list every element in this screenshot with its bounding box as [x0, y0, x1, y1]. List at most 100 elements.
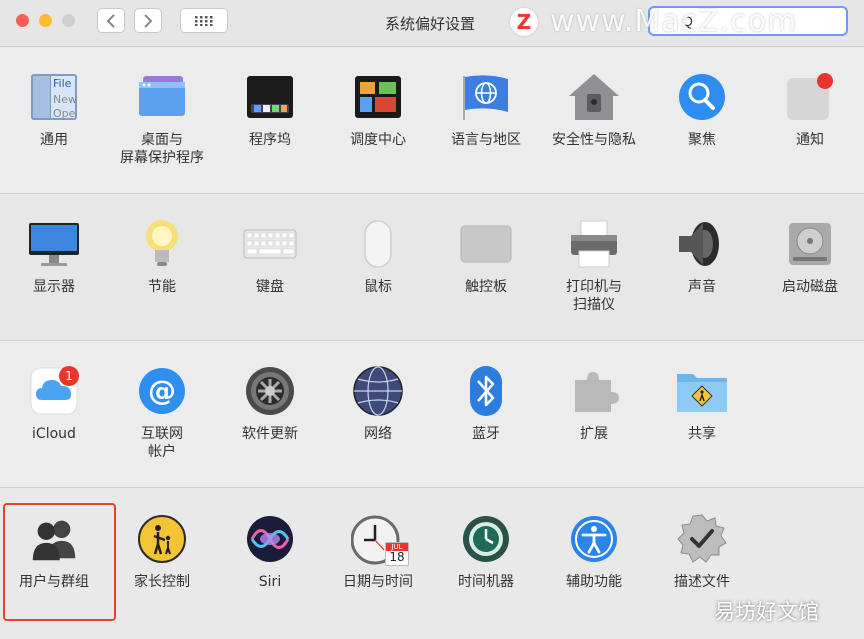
notifications-icon: [783, 70, 837, 124]
pref-pane-label: 时间机器: [458, 574, 514, 590]
profile-check-icon: [675, 512, 729, 566]
pref-pane-label: 节能: [148, 279, 176, 295]
pref-pane-label: 通知: [796, 132, 824, 148]
disk-icon: [783, 217, 837, 271]
mouse-icon: [351, 217, 405, 271]
calendar-day: 18: [389, 550, 405, 564]
pref-pane-bluetooth[interactable]: 蓝牙: [432, 364, 540, 443]
pref-pane-label: 聚焦: [688, 132, 716, 148]
pref-pane-profile-check[interactable]: 描述文件: [648, 512, 756, 591]
pref-pane-globe-flag[interactable]: 语言与地区: [432, 70, 540, 149]
pref-pane-network-globe[interactable]: 网络: [324, 364, 432, 443]
pref-pane-mouse[interactable]: 鼠标: [324, 217, 432, 296]
pref-pane-accessibility[interactable]: 辅助功能: [540, 512, 648, 591]
pref-pane-clock[interactable]: JUL 18 日期与时间: [324, 512, 432, 591]
title-bar: 系统偏好设置 Z www.MacZ.com: [0, 0, 864, 47]
house-lock-icon: [567, 70, 621, 124]
pref-pane-label: 桌面与 屏幕保护程序: [120, 132, 204, 166]
printer-icon: [567, 217, 621, 271]
pref-pane-dock[interactable]: 程序坞: [216, 70, 324, 149]
pref-pane-speaker[interactable]: 声音: [648, 217, 756, 296]
pref-pane-label: iCloud: [32, 426, 76, 442]
footer-watermark: 易坊好文馆: [714, 600, 819, 624]
pref-pane-label: 键盘: [256, 279, 284, 295]
forward-button[interactable]: [134, 8, 162, 33]
highlight-box: [3, 503, 116, 621]
pref-pane-spotlight[interactable]: 聚焦: [648, 70, 756, 149]
display-icon: [27, 217, 81, 271]
globe-flag-icon: [459, 70, 513, 124]
mission-control-icon: [351, 70, 405, 124]
pref-pane-siri[interactable]: Siri: [216, 512, 324, 591]
keyboard-icon: [243, 217, 297, 271]
pref-pane-gear[interactable]: 软件更新: [216, 364, 324, 443]
pref-pane-lightbulb[interactable]: 节能: [108, 217, 216, 296]
pref-pane-icloud[interactable]: 1 iCloud: [0, 364, 108, 443]
shared-folder-icon: [675, 364, 729, 418]
pref-pane-label: 显示器: [33, 279, 75, 295]
pref-pane-label: 程序坞: [249, 132, 291, 148]
pref-pane-at[interactable]: @ 互联网 帐户: [108, 364, 216, 461]
network-globe-icon: [351, 364, 405, 418]
at-icon: @: [135, 364, 189, 418]
time-machine-icon: [459, 512, 513, 566]
pref-pane-label: 调度中心: [350, 132, 406, 148]
pref-pane-mission-control[interactable]: 调度中心: [324, 70, 432, 149]
parental-icon: [135, 512, 189, 566]
spotlight-icon: [675, 70, 729, 124]
close-window-button[interactable]: [16, 14, 29, 27]
chevron-left-icon: [106, 13, 115, 28]
pref-pane-label: 扩展: [580, 426, 608, 442]
svg-text:Ope: Ope: [53, 107, 76, 120]
pref-pane-puzzle[interactable]: 扩展: [540, 364, 648, 443]
pref-pane-label: 家长控制: [134, 574, 190, 590]
pref-pane-label: 启动磁盘: [782, 279, 838, 295]
clock-icon: JUL 18: [351, 512, 409, 566]
pref-pane-label: 互联网 帐户: [141, 426, 183, 460]
svg-text:File: File: [53, 77, 72, 90]
window-title: 系统偏好设置: [384, 15, 475, 33]
pref-pane-printer[interactable]: 打印机与 扫描仪: [540, 217, 648, 314]
pref-pane-trackpad[interactable]: 触控板: [432, 217, 540, 296]
bluetooth-icon: [459, 364, 513, 418]
watermark-badge: Z: [510, 7, 538, 36]
pref-pane-label: 共享: [688, 426, 716, 442]
siri-icon: [243, 512, 297, 566]
watermark: Z www.MacZ.com: [510, 4, 797, 39]
general-icon: File New Ope: [27, 70, 81, 124]
dock-icon: [243, 70, 297, 124]
pref-pane-shared-folder[interactable]: 共享: [648, 364, 756, 443]
pref-pane-desktop[interactable]: 桌面与 屏幕保护程序: [108, 70, 216, 167]
pref-pane-keyboard[interactable]: 键盘: [216, 217, 324, 296]
pref-pane-label: 网络: [364, 426, 392, 442]
trackpad-icon: [459, 217, 513, 271]
pref-pane-house-lock[interactable]: 安全性与隐私: [540, 70, 648, 149]
minimize-window-button[interactable]: [39, 14, 52, 27]
pref-pane-general[interactable]: File New Ope 通用: [0, 70, 108, 149]
pref-pane-label: 通用: [40, 132, 68, 148]
watermark-text: www.MacZ.com: [550, 4, 798, 39]
pref-pane-disk[interactable]: 启动磁盘: [756, 217, 864, 296]
pref-pane-label: Siri: [258, 574, 282, 590]
pref-pane-label: 软件更新: [242, 426, 298, 442]
pref-pane-display[interactable]: 显示器: [0, 217, 108, 296]
zoom-window-button[interactable]: [62, 14, 75, 27]
desktop-icon: [135, 70, 189, 124]
puzzle-icon: [567, 364, 621, 418]
show-all-button[interactable]: [180, 8, 228, 33]
calendar-icon: JUL 18: [385, 542, 409, 566]
pref-pane-label: 语言与地区: [451, 132, 521, 148]
pref-pane-label: 触控板: [465, 279, 507, 295]
lightbulb-icon: [135, 217, 189, 271]
svg-text:New: New: [53, 93, 77, 106]
notification-badge: 1: [59, 366, 79, 386]
pref-pane-label: 声音: [688, 279, 716, 295]
pref-pane-label: 打印机与 扫描仪: [566, 279, 622, 313]
pref-pane-notifications[interactable]: 通知: [756, 70, 864, 149]
pref-pane-time-machine[interactable]: 时间机器: [432, 512, 540, 591]
pref-pane-label: 描述文件: [674, 574, 730, 590]
back-button[interactable]: [97, 8, 125, 33]
pref-pane-parental[interactable]: 家长控制: [108, 512, 216, 591]
gear-icon: [243, 364, 297, 418]
accessibility-icon: [567, 512, 621, 566]
